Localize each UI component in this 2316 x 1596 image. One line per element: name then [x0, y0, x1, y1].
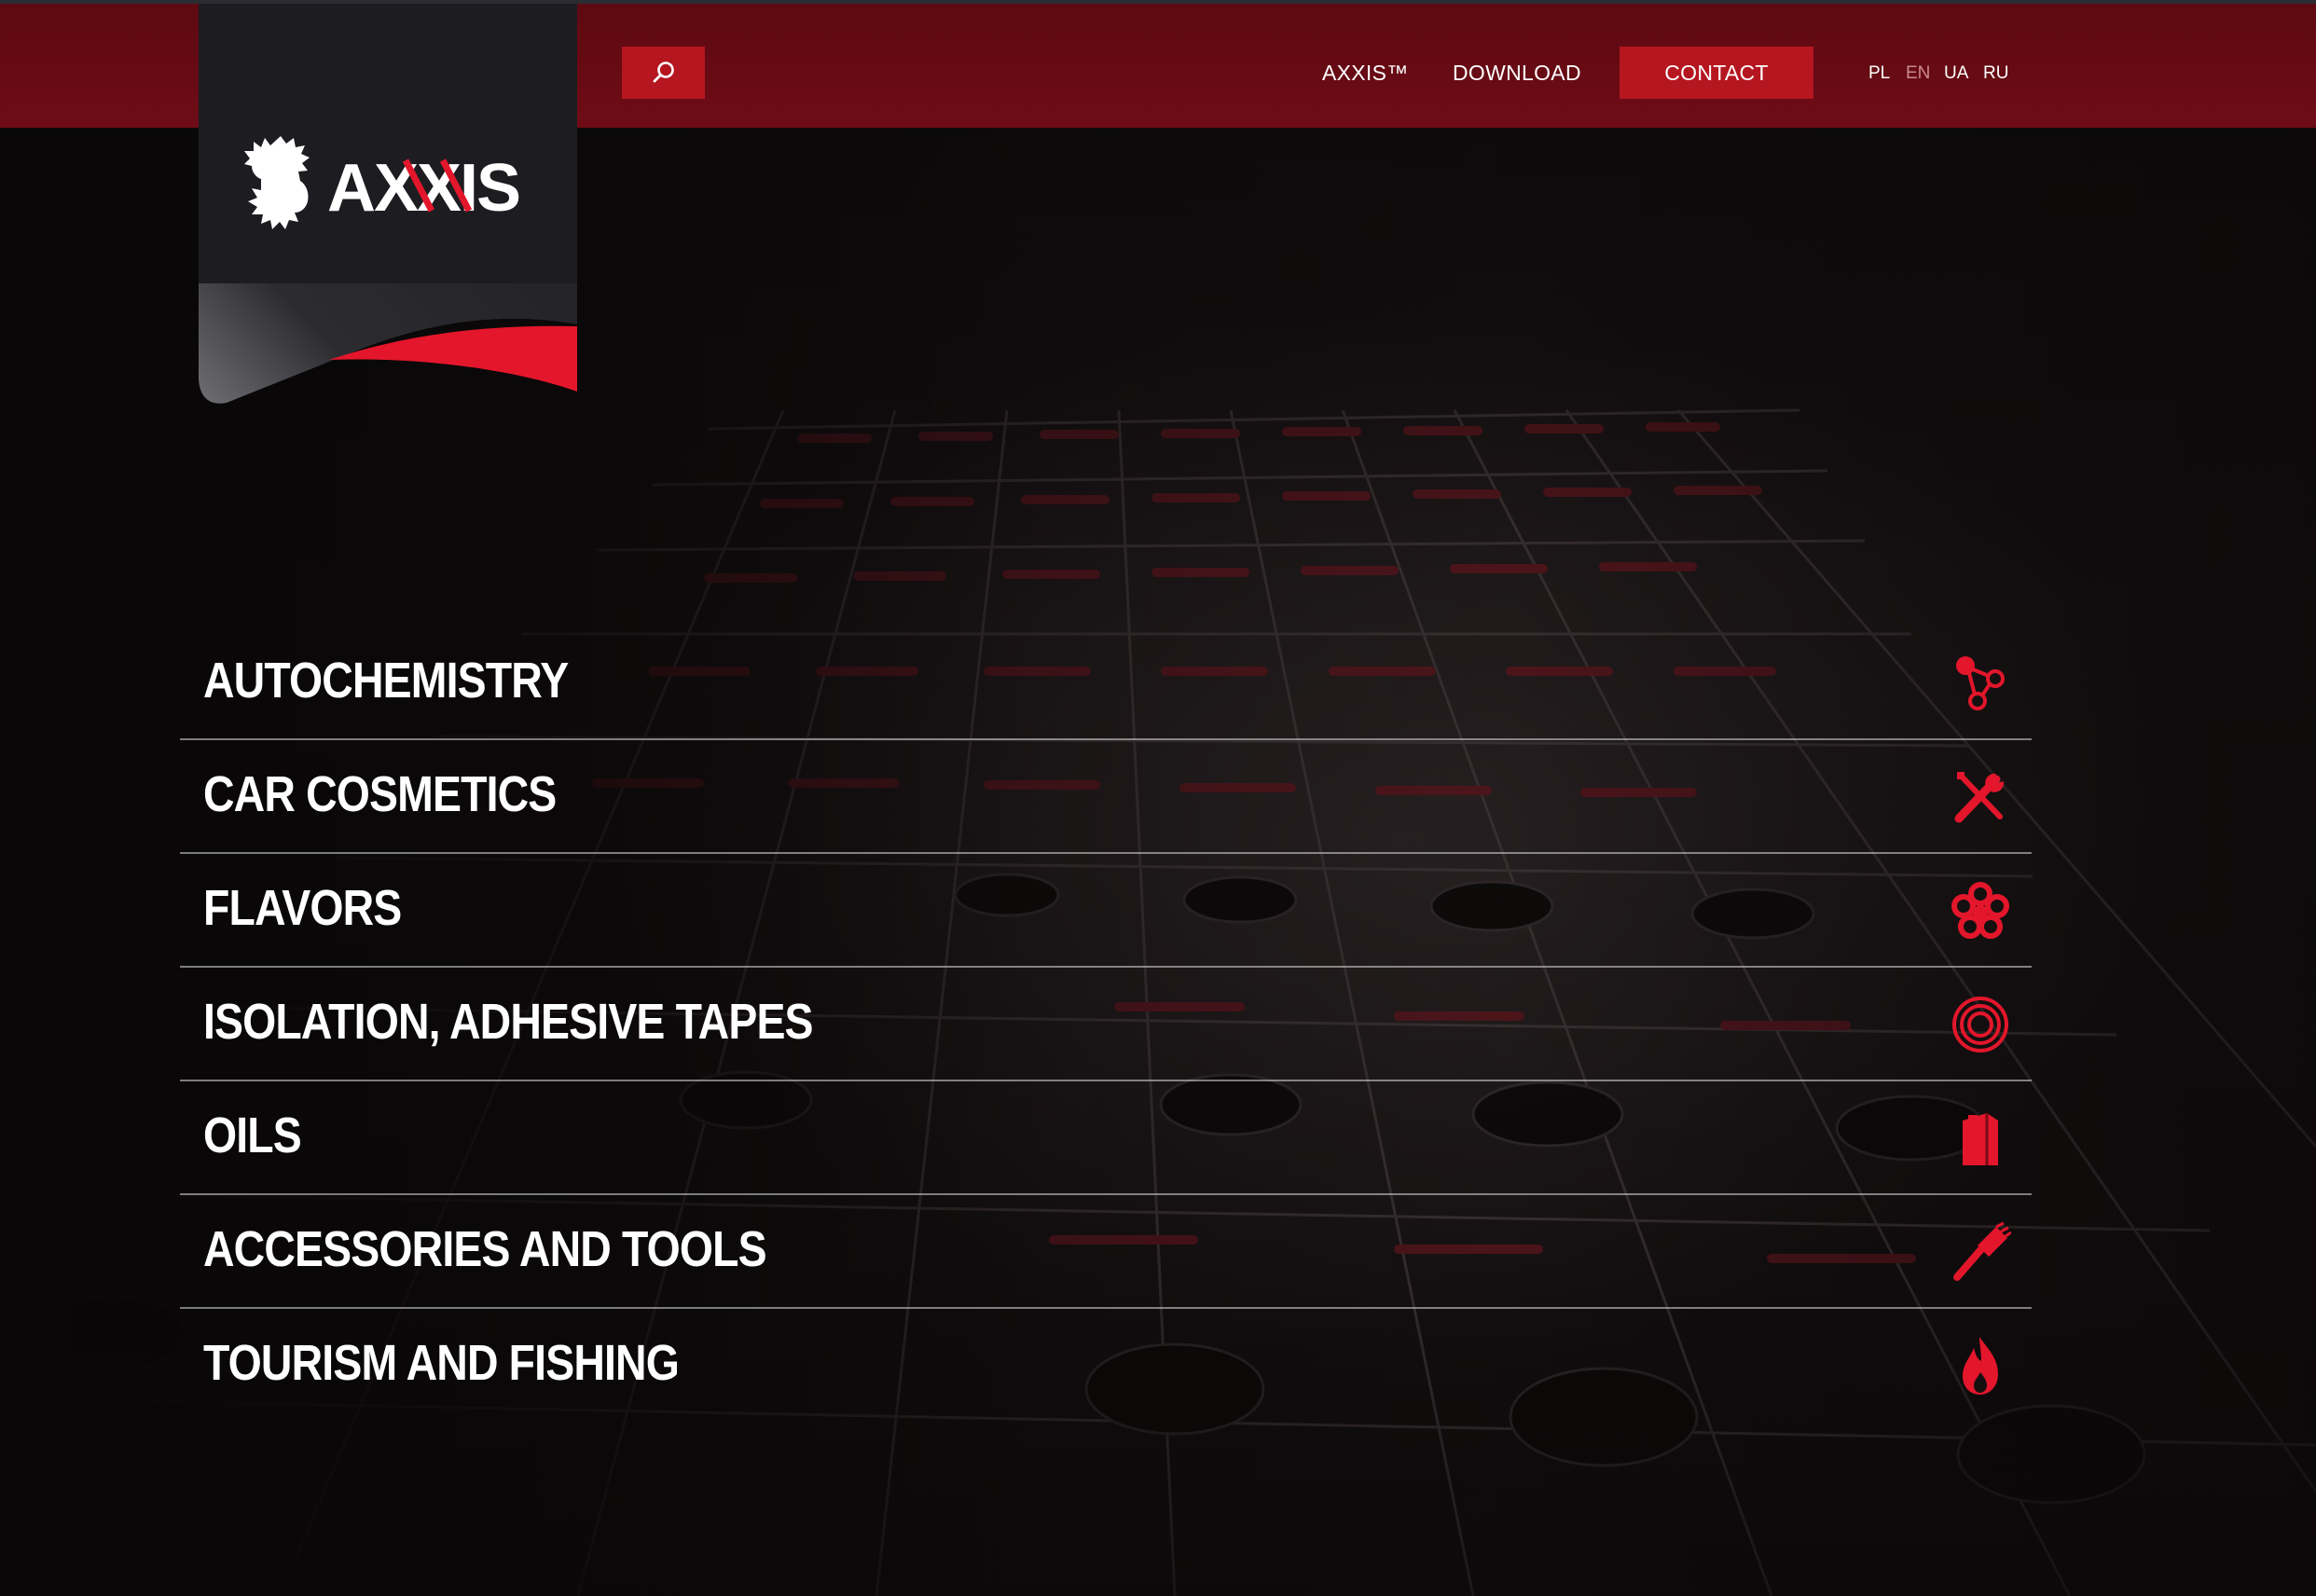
nav-axxis-link[interactable]: AXXIS™ — [1322, 47, 1409, 99]
oil-canister-icon — [1963, 1113, 1998, 1165]
wrench-screwdriver-icon — [1954, 772, 2005, 823]
category-label: AUTOCHEMISTRY — [203, 653, 569, 709]
category-label: ACCESSORIES AND TOOLS — [203, 1221, 767, 1277]
category-label: FLAVORS — [203, 880, 402, 936]
category-label: TOURISM AND FISHING — [203, 1335, 680, 1391]
category-label: CAR COSMETICS — [203, 766, 557, 822]
lang-en-link[interactable]: EN — [1906, 62, 1930, 86]
category-tourism-and-fishing[interactable]: TOURISM AND FISHING — [180, 1309, 2032, 1423]
brush-icon — [1953, 1221, 2011, 1281]
category-oils[interactable]: OILS — [180, 1081, 2032, 1195]
category-list: AUTOCHEMISTRY CAR COSMETICS FLAVORS ISOL… — [180, 626, 2032, 1423]
lang-ua-link[interactable]: UA — [1944, 62, 1968, 86]
molecule-icon — [1956, 656, 2005, 710]
nav-contact-button[interactable]: CONTACT — [1620, 47, 1813, 99]
lang-ru-link[interactable]: RU — [1983, 62, 2008, 86]
search-icon — [653, 62, 674, 83]
category-autochemistry[interactable]: AUTOCHEMISTRY — [180, 626, 2032, 740]
lang-pl-link[interactable]: PL — [1868, 62, 1890, 86]
category-flavors[interactable]: FLAVORS — [180, 854, 2032, 968]
category-isolation-adhesive-tapes[interactable]: ISOLATION, ADHESIVE TAPES — [180, 968, 2032, 1081]
category-label: OILS — [203, 1108, 302, 1163]
nav-download-link[interactable]: DOWNLOAD — [1453, 47, 1581, 99]
flame-icon — [1963, 1337, 1998, 1395]
category-label: ISOLATION, ADHESIVE TAPES — [203, 994, 814, 1050]
tape-roll-icon — [1952, 997, 2008, 1053]
category-car-cosmetics[interactable]: CAR COSMETICS — [180, 740, 2032, 854]
home-logo-link[interactable]: AXXIS — [199, 4, 577, 405]
search-button[interactable] — [622, 47, 705, 99]
flower-icon — [1951, 882, 2009, 939]
category-accessories-and-tools[interactable]: ACCESSORIES AND TOOLS — [180, 1195, 2032, 1309]
